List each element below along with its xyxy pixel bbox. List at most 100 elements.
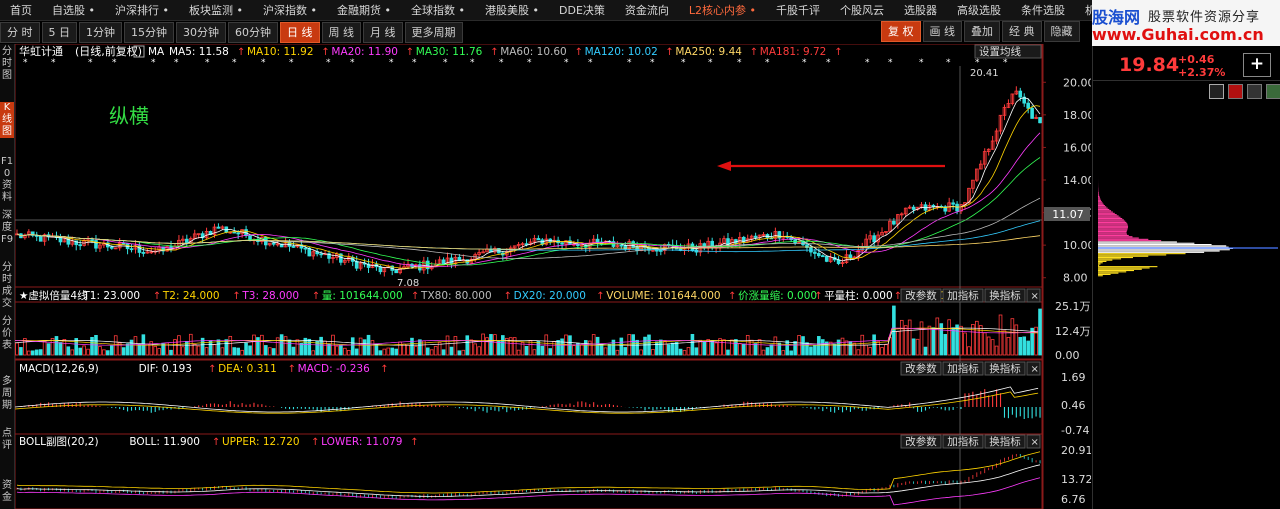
volume-bar — [339, 345, 343, 356]
volume-bar — [556, 340, 560, 356]
period-button-2[interactable]: 1分钟 — [79, 21, 122, 43]
edit-icon[interactable] — [1247, 84, 1262, 99]
candle-body — [955, 203, 959, 212]
left-tab-1[interactable]: K线图 — [0, 102, 14, 138]
nav-item-13[interactable]: 选股器 — [894, 2, 947, 18]
nav-item-11[interactable]: 千股千评 — [766, 2, 830, 18]
nav-item-2[interactable]: 沪深排行 • — [105, 2, 179, 18]
volume-bar — [560, 338, 564, 356]
add-watchlist-button[interactable]: + — [1243, 53, 1271, 77]
volume-bar — [698, 339, 703, 356]
volume-bar — [690, 333, 695, 356]
volume-bar — [793, 341, 797, 356]
macd-item-0: DIF: 0.193 — [139, 363, 192, 375]
event-star: * — [888, 58, 893, 68]
picture-icon[interactable] — [1266, 84, 1280, 99]
nav-item-12[interactable]: 个股风云 — [830, 2, 894, 18]
chip-bar — [1098, 195, 1100, 197]
period-button-3[interactable]: 15分钟 — [124, 21, 174, 43]
nav-item-1[interactable]: 自选股 • — [42, 2, 105, 18]
volume-bar — [607, 343, 612, 356]
period-button-8[interactable]: 月 线 — [363, 21, 403, 43]
period-button-1[interactable]: 5 日 — [41, 21, 77, 43]
macd-title: MACD(12,26,9) — [19, 363, 99, 375]
volume-bar — [864, 344, 869, 356]
nav-item-5[interactable]: 金融期货 • — [327, 2, 401, 18]
chip-bar — [1098, 216, 1121, 218]
volume-bar — [66, 346, 71, 356]
nav-item-4[interactable]: 沪深指数 • — [253, 2, 327, 18]
candle-body — [595, 238, 600, 243]
nav-item-10[interactable]: L2核心内参 • — [679, 2, 766, 18]
tool-button-2[interactable]: 叠加 — [964, 21, 1000, 42]
candle-body — [90, 239, 94, 242]
left-tab-3[interactable]: 深度F9 — [0, 210, 14, 246]
tool-button-3[interactable]: 经 典 — [1002, 21, 1042, 42]
volume-bar — [354, 348, 359, 356]
period-button-9[interactable]: 更多周期 — [404, 21, 463, 43]
left-tab-4[interactable]: 分时成交 — [0, 262, 14, 310]
quote-panel: 19.84 +0.46 +2.37% + — [1092, 46, 1280, 509]
left-tab-5[interactable]: 分价表 — [0, 316, 14, 352]
boll-item-1: UPPER: 12.720 — [222, 436, 300, 448]
volume-item-5: DX20: 20.000 — [514, 290, 586, 302]
chip-bar — [1098, 194, 1100, 196]
left-tab-bar: 分时图 K线图 F10资料深度F9 分时成交分价表多周期点评资金 — [0, 44, 15, 509]
volume-bar — [271, 348, 276, 356]
tool-button-4[interactable]: 隐藏 — [1043, 21, 1080, 42]
ma-value-1: MA10: 11.92 — [247, 46, 314, 58]
volume-bar — [260, 334, 264, 356]
volume-bar — [643, 336, 647, 356]
tool-button-0[interactable]: 复 权 — [881, 21, 921, 42]
candle-body — [109, 246, 114, 249]
event-star: * — [112, 58, 117, 68]
period-button-0[interactable]: 分 时 — [0, 21, 40, 43]
candle-body — [141, 252, 146, 254]
nav-item-15[interactable]: 条件选股 — [1011, 2, 1075, 18]
flag-icon[interactable] — [1209, 84, 1224, 99]
volume-bar — [1010, 318, 1015, 356]
kline-chart-area[interactable]: 华虹计通 (日线,前复权) MA MA5: 11.58 ↑ MA10: 11.92 ↑ MA2… — [15, 44, 1091, 509]
volume-bar — [931, 327, 936, 356]
nav-item-0[interactable]: 首页 — [0, 2, 42, 18]
boll-arrow-0: ↑ — [212, 437, 220, 448]
nav-item-14[interactable]: 高级选股 — [947, 2, 1011, 18]
left-tab-2[interactable]: F10资料 — [0, 156, 14, 204]
left-tab-8[interactable]: 资金 — [0, 480, 14, 504]
chip-bar — [1098, 225, 1129, 227]
volume-bar — [267, 347, 272, 356]
volume-bar — [884, 344, 888, 356]
volume-arrow-3: ↑ — [411, 291, 419, 302]
nav-item-8[interactable]: DDE决策 — [549, 2, 615, 18]
nav-item-9[interactable]: 资金流向 — [615, 2, 679, 18]
chip-bar — [1098, 272, 1119, 274]
left-tab-0[interactable]: 分时图 — [0, 46, 14, 82]
volume-bar — [216, 339, 221, 356]
left-tab-6[interactable]: 多周期 — [0, 376, 14, 412]
tool-button-1[interactable]: 画 线 — [922, 21, 962, 42]
period-button-7[interactable]: 周 线 — [321, 21, 361, 43]
left-tab-7[interactable]: 点评 — [0, 428, 14, 452]
candle-body — [129, 248, 134, 251]
ma-settings-label: 设置均线 — [979, 45, 1021, 58]
chip-bar — [1098, 242, 1195, 244]
volume-bar — [34, 349, 39, 356]
divider — [1093, 80, 1280, 81]
chip-bar — [1098, 237, 1139, 239]
price-change: +0.46 +2.37% — [1178, 53, 1225, 79]
volume-bar — [58, 342, 63, 356]
event-star: * — [681, 58, 686, 68]
red-chart-icon[interactable] — [1228, 84, 1243, 99]
period-button-6[interactable]: 日 线 — [280, 21, 320, 43]
volume-bar — [78, 347, 82, 356]
chip-bar — [1098, 254, 1167, 256]
chip-bar — [1098, 203, 1104, 205]
period-button-4[interactable]: 30分钟 — [176, 21, 226, 43]
volume-bar — [27, 350, 31, 356]
nav-item-3[interactable]: 板块监测 • — [179, 2, 253, 18]
nav-item-6[interactable]: 全球指数 • — [401, 2, 475, 18]
chip-bar — [1098, 207, 1108, 209]
volume-bar — [82, 345, 86, 356]
nav-item-7[interactable]: 港股美股 • — [475, 2, 549, 18]
period-button-5[interactable]: 60分钟 — [228, 21, 278, 43]
